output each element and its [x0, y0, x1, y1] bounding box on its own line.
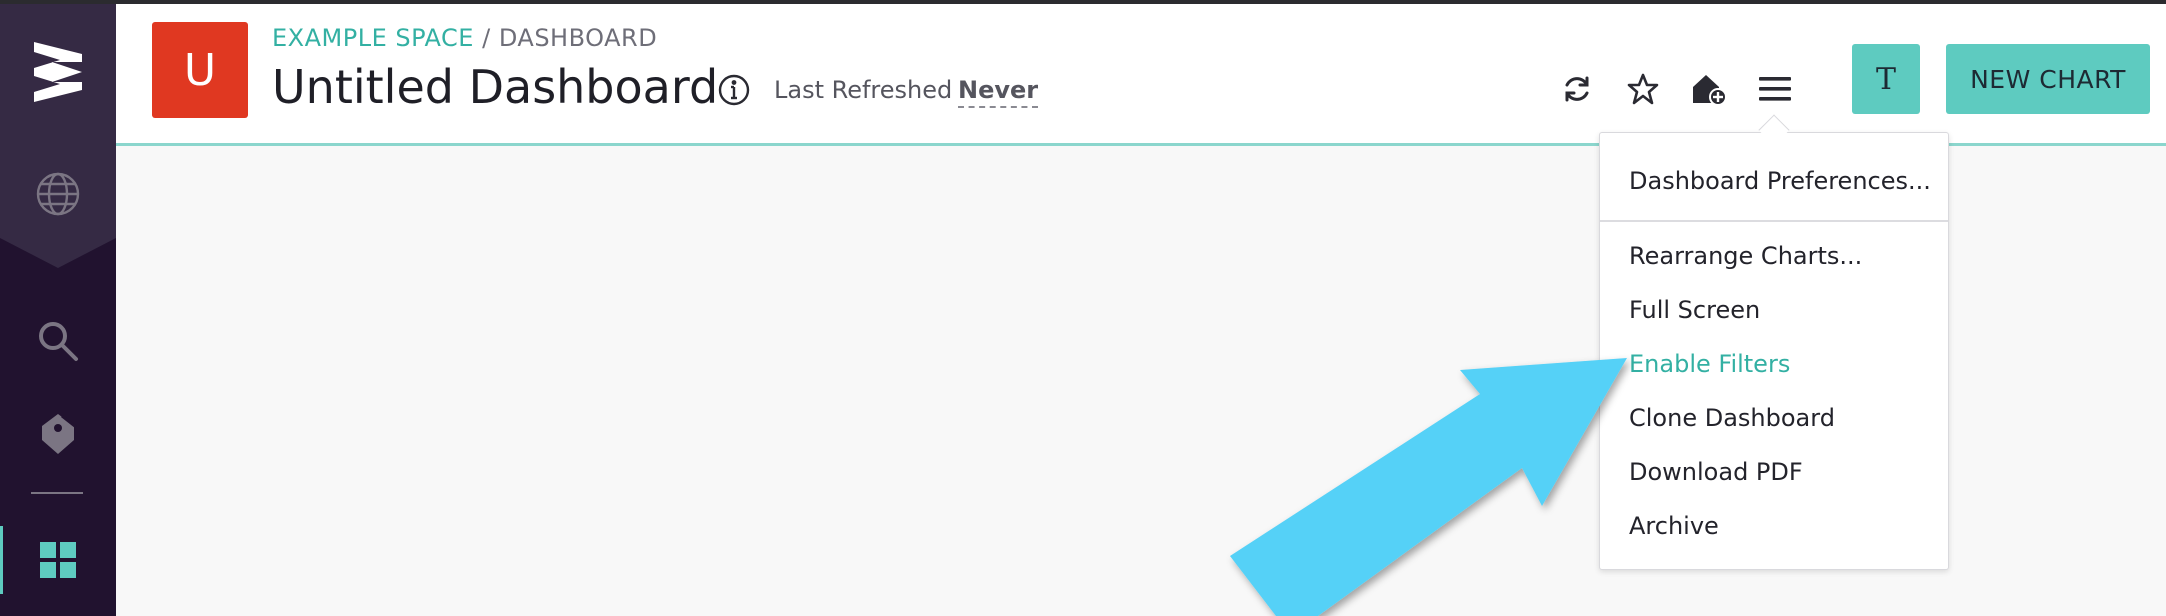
menu-item-archive[interactable]: Archive: [1629, 512, 1719, 540]
menu-item-clone-dashboard[interactable]: Clone Dashboard: [1629, 404, 1835, 432]
info-icon[interactable]: [716, 72, 752, 108]
app-logo-icon[interactable]: [0, 32, 116, 112]
menu-divider: [1600, 220, 1948, 222]
last-refreshed-label: Last Refreshed: [774, 76, 953, 104]
breadcrumb-current-page: DASHBOARD: [498, 24, 658, 52]
menu-item-download-pdf[interactable]: Download PDF: [1629, 458, 1803, 486]
dashboard-grid-icon[interactable]: [0, 524, 116, 596]
new-chart-button[interactable]: NEW CHART: [1946, 44, 2150, 114]
tag-icon[interactable]: [0, 398, 116, 470]
home-add-icon[interactable]: [1686, 66, 1732, 112]
dashboard-avatar[interactable]: U: [152, 22, 248, 118]
globe-icon[interactable]: [0, 156, 116, 232]
refresh-icon[interactable]: [1554, 66, 1600, 112]
menu-item-enable-filters[interactable]: Enable Filters: [1629, 350, 1790, 378]
last-refreshed-value[interactable]: Never: [958, 76, 1039, 108]
user-avatar-button[interactable]: T: [1852, 44, 1920, 114]
sidebar: [0, 4, 116, 616]
dashboard-menu-dropdown: Dashboard Preferences... Rearrange Chart…: [1599, 132, 1949, 570]
breadcrumb: EXAMPLE SPACE / DASHBOARD: [272, 24, 657, 52]
menu-icon[interactable]: [1752, 66, 1798, 112]
breadcrumb-separator: /: [482, 24, 491, 52]
menu-item-rearrange-charts[interactable]: Rearrange Charts...: [1629, 242, 1862, 270]
sidebar-divider: [31, 492, 83, 494]
dashboard-header: U EXAMPLE SPACE / DASHBOARD Untitled Das…: [116, 4, 2166, 146]
breadcrumb-space-link[interactable]: EXAMPLE SPACE: [272, 24, 474, 52]
menu-item-dashboard-preferences[interactable]: Dashboard Preferences...: [1629, 167, 1931, 195]
menu-item-full-screen[interactable]: Full Screen: [1629, 296, 1760, 324]
star-icon[interactable]: [1620, 66, 1666, 112]
page-title[interactable]: Untitled Dashboard: [272, 60, 718, 114]
search-icon[interactable]: [0, 306, 116, 376]
